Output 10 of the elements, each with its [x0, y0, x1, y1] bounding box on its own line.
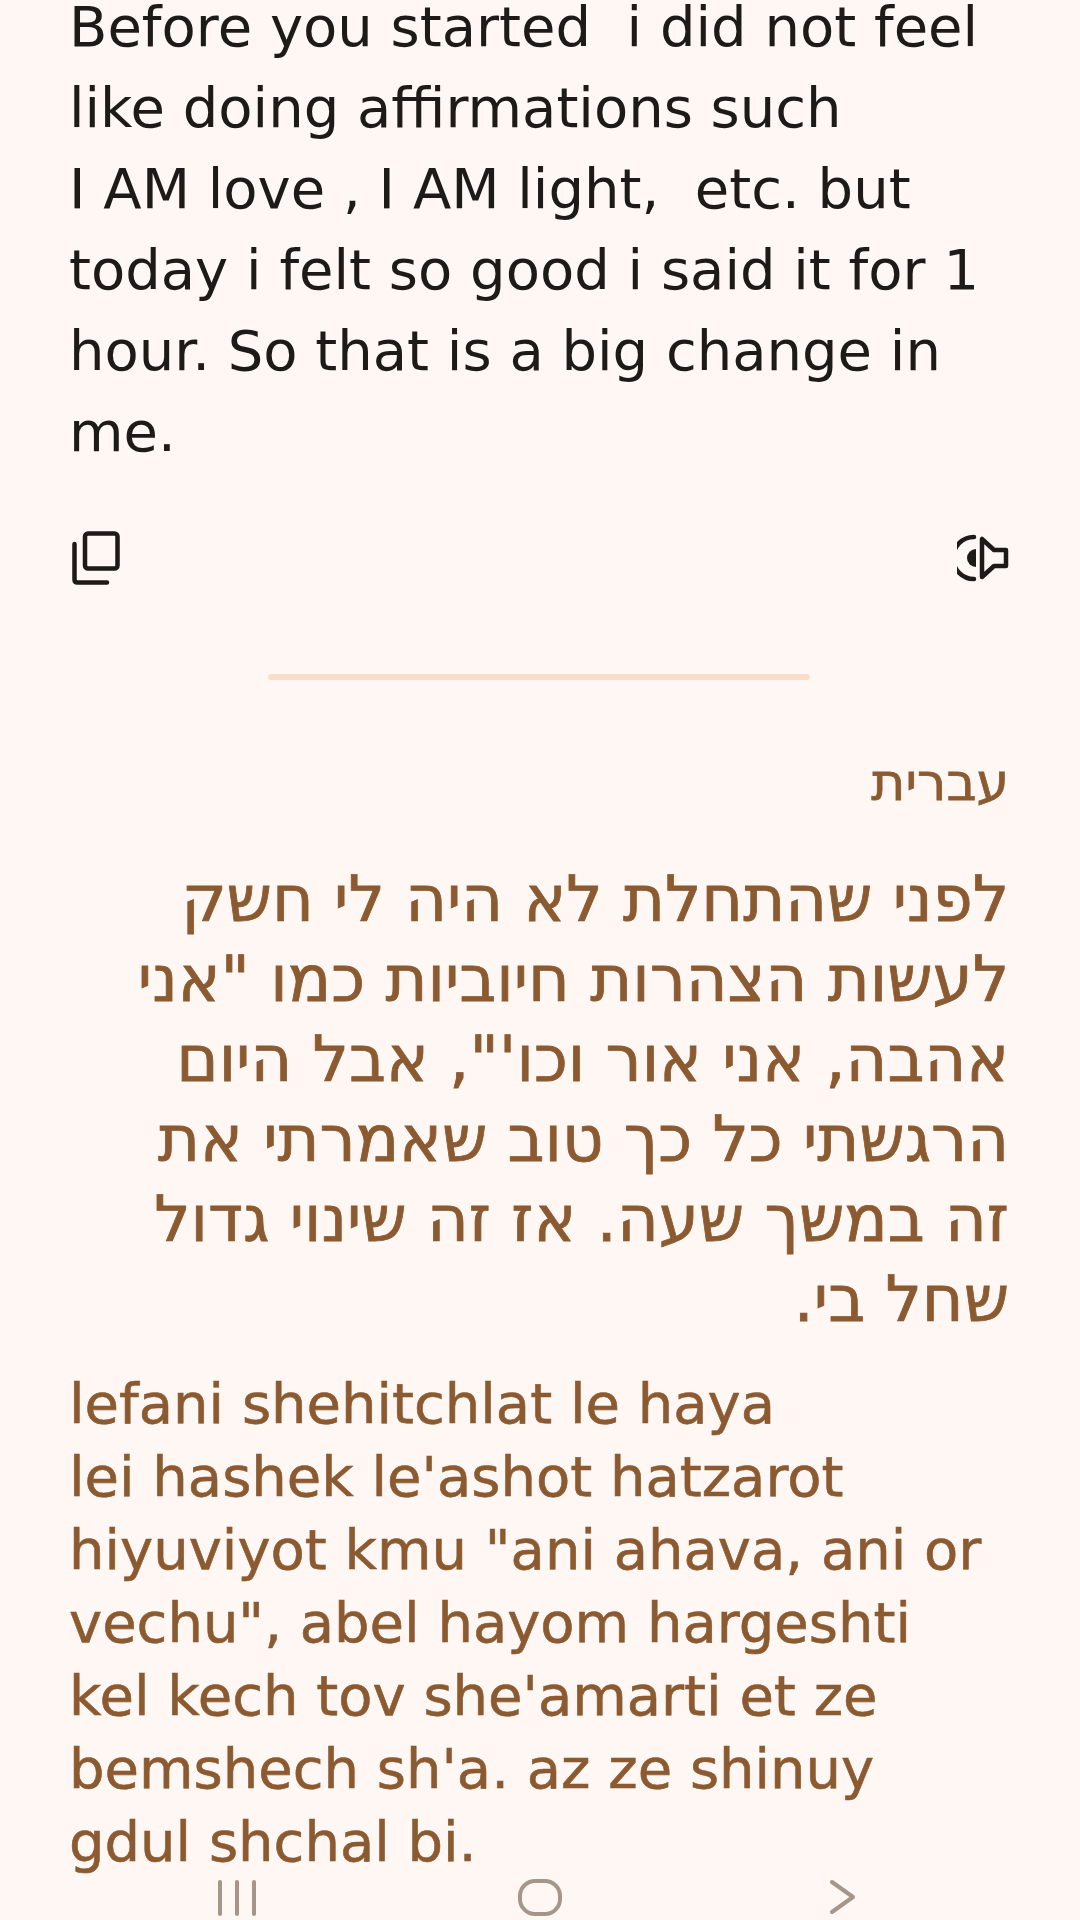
home-icon[interactable] [517, 1878, 563, 1916]
copy-icon [72, 531, 120, 585]
listen-button[interactable] [957, 534, 1009, 582]
recent-apps-icon[interactable] [215, 1878, 258, 1916]
translated-text: לפני שהתחלת לא היה לי חשק לעשות הצהרות חיוביות כמו "אני אהבה, אני אור וכו'", אבל היום הרגשתי כל כך טוב שאמרתי את זה במשך שעה. אז זה שינוי גדול שחל בי. [136, 861, 1009, 1338]
source-text: Before you started i did not feel like doing affirmations such I AM love , I AM light, etc. but today i felt so good i said it for 1 hour. So that is a big change in me. [69, 0, 981, 466]
speaker-icon [957, 534, 1009, 582]
transliteration-text: lefani shehitchlat le haya lei hashek le'ashot hatzarot hiyuviyot kmu "ani ahava, ani or vechu", abel hayom hargeshti kel kech tov she'amarti et ze bemshech sh'a. az ze shinuy gdul shchal bi. [69, 1370, 983, 1876]
language-label: עברית [870, 754, 1009, 810]
copy-button[interactable] [72, 531, 120, 585]
